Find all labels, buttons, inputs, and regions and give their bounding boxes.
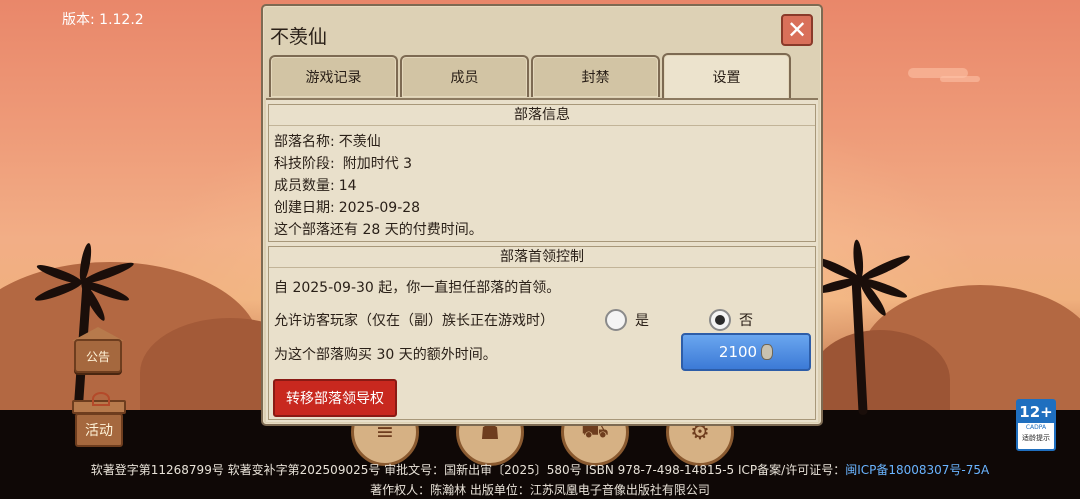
member-count-row: 成员数量: 14 — [274, 175, 357, 195]
version-label: 版本: 1.12.2 — [62, 12, 144, 28]
close-icon: ✕ — [786, 16, 808, 44]
buy-price: 2100 — [718, 343, 758, 361]
tech-stage-label: 科技阶段: — [274, 156, 335, 172]
age-rating-badge[interactable]: 12+ CADPA 适龄提示 — [1016, 399, 1056, 451]
tribe-name-row: 部落名称: 不羡仙 — [274, 131, 381, 151]
member-count-label: 成员数量: — [274, 178, 335, 194]
tribe-info-panel: 部落信息 部落名称: 不羡仙 科技阶段: 附加时代 3 成员数量: 14 创建日期: 2… — [268, 104, 816, 242]
paid-time-text: 这个部落还有 28 天的付费时间。 — [274, 222, 483, 238]
visitor-no-radio[interactable] — [709, 309, 731, 331]
tab-members[interactable]: 成员 — [400, 55, 529, 97]
footer-copyright-line: 著作权人：陈瀚林 出版单位：江苏凤凰电子音像出版社有限公司 — [370, 483, 710, 497]
tribe-dialog: 不羡仙 ✕ 游戏记录 成员 封禁 设置 部落信息 部落名称: 不羡仙 科技阶段: 附… — [261, 4, 823, 426]
tab-bans[interactable]: 封禁 — [531, 55, 660, 97]
activity-label: 活动 — [75, 413, 123, 447]
leader-control-panel: 部落首领控制 自 2025-09-30 起，你一直担任部落的首领。 允许访客玩家… — [268, 246, 816, 420]
created-date-label: 创建日期: — [274, 200, 335, 216]
created-date-value: 2025-09-28 — [338, 200, 421, 216]
created-date-row: 创建日期: 2025-09-28 — [274, 197, 420, 217]
notice-button[interactable]: 公告 — [72, 327, 124, 373]
close-button[interactable]: ✕ — [781, 14, 813, 46]
transfer-leadership-button[interactable]: 转移部落领导权 — [273, 379, 397, 417]
age-rating-org: CADPA — [1025, 424, 1047, 431]
age-rating-note: 适龄提示 — [1022, 434, 1050, 442]
buy-time-button[interactable]: 2100 — [681, 333, 811, 371]
tribe-name-value: 不羡仙 — [338, 134, 381, 150]
tribe-info-title: 部落信息 — [269, 105, 815, 126]
tab-game-records[interactable]: 游戏记录 — [269, 55, 398, 97]
age-rating: 12+ — [1018, 401, 1054, 423]
tribe-name-label: 部落名称: — [274, 134, 335, 150]
palm-tree-right — [810, 239, 920, 420]
visitor-yes-label: 是 — [635, 313, 649, 329]
visitor-no-label: 否 — [739, 313, 753, 329]
leader-control-title: 部落首领控制 — [269, 247, 815, 268]
activity-button[interactable]: 活动 — [72, 392, 126, 447]
gift-icon — [72, 392, 126, 414]
footer-license-line: 软著登字第11268799号 软著变补字第202509025号 审批文号：国新出… — [0, 461, 1080, 478]
member-count-value: 14 — [338, 178, 357, 194]
coin-icon — [761, 344, 774, 360]
tech-stage-row: 科技阶段: 附加时代 3 — [274, 153, 412, 173]
tab-bar: 游戏记录 成员 封禁 设置 — [269, 53, 791, 99]
settings-content: 部落信息 部落名称: 不羡仙 科技阶段: 附加时代 3 成员数量: 14 创建日期: 2… — [266, 98, 818, 422]
icp-link[interactable]: 闽ICP备18008307号-75A — [845, 463, 989, 477]
cloud — [940, 76, 980, 82]
visitor-yes-radio[interactable] — [605, 309, 627, 331]
dialog-title: 不羡仙 — [270, 26, 328, 48]
buy-time-text: 为这个部落购买 30 天的额外时间。 — [274, 347, 497, 363]
leader-since-text: 自 2025-09-30 起，你一直担任部落的首领。 — [274, 280, 561, 296]
visitor-permission-label: 允许访客玩家（仅在（副）族长正在游戏时） — [274, 313, 554, 329]
footer-license-text: 软著登字第11268799号 软著变补字第202509025号 审批文号：国新出… — [90, 463, 846, 477]
tab-settings[interactable]: 设置 — [662, 53, 791, 99]
tech-stage-value: 附加时代 3 — [342, 156, 413, 172]
notice-label: 公告 — [74, 339, 122, 373]
